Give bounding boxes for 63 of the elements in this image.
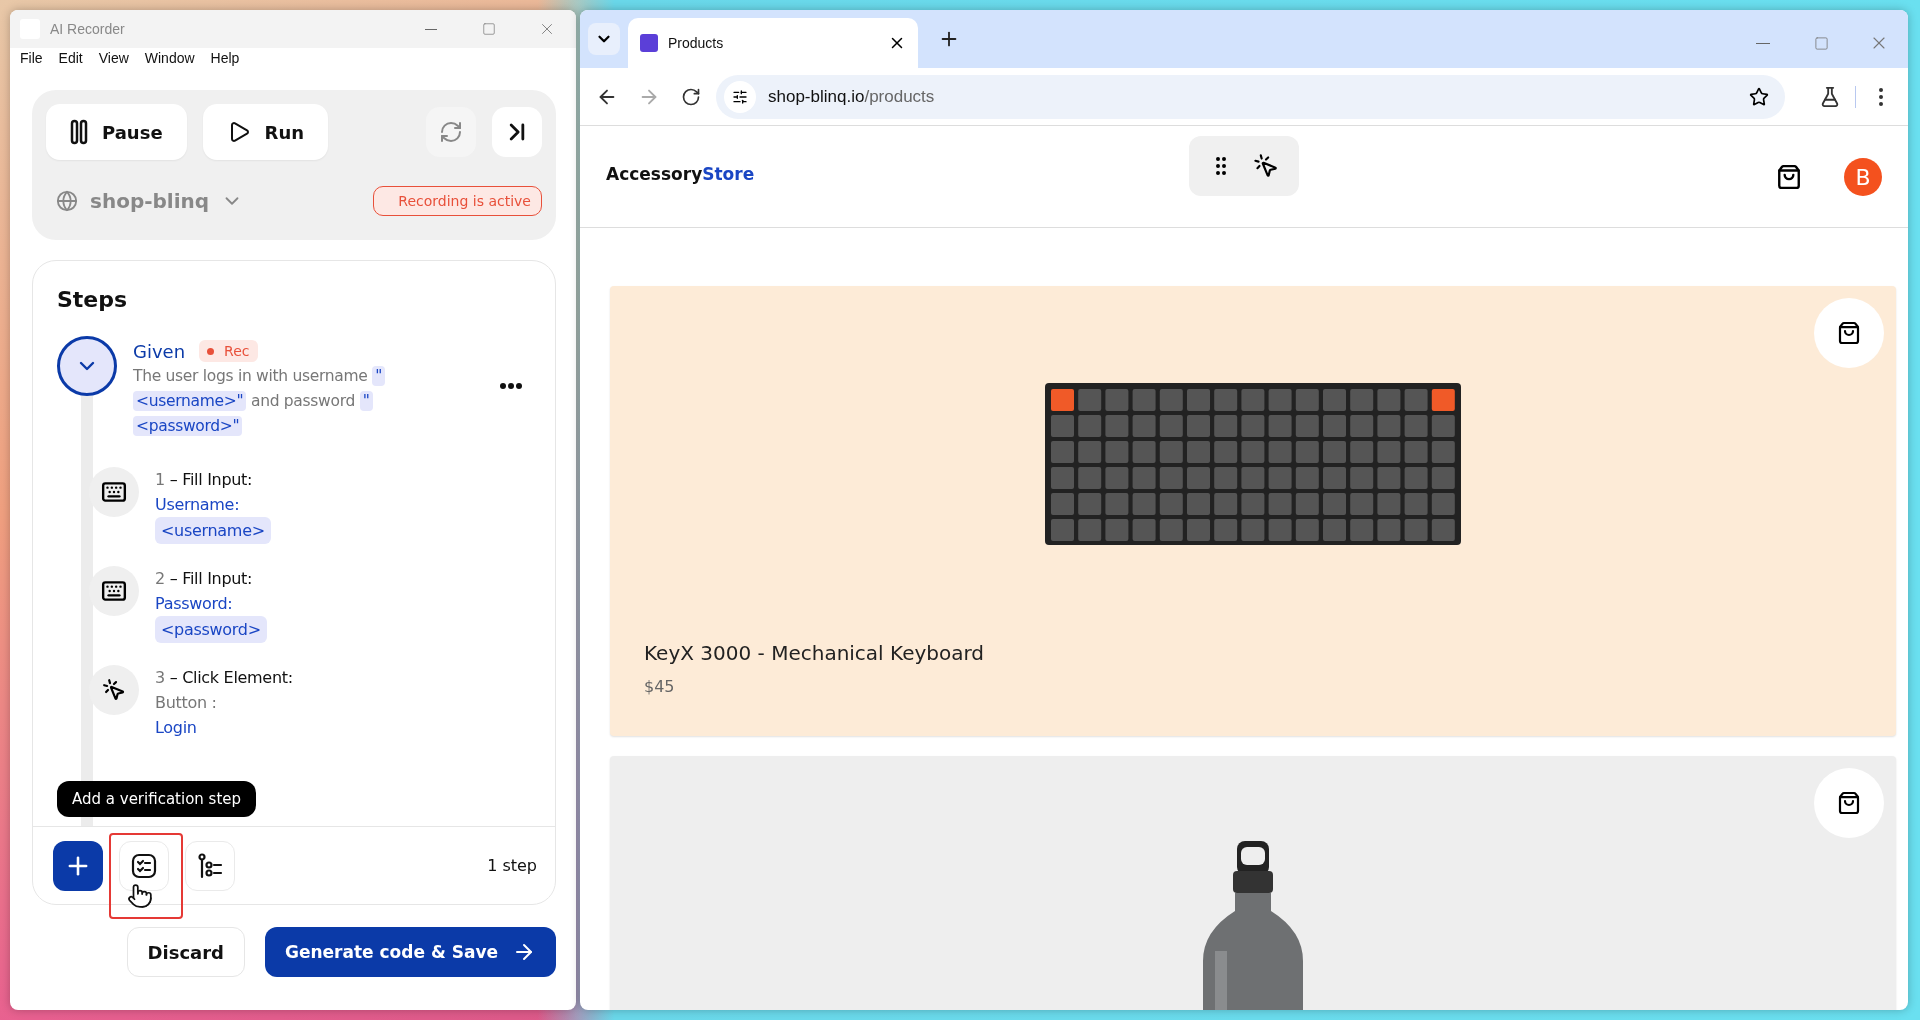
favicon (640, 34, 658, 52)
bookmark-star-icon[interactable] (1749, 86, 1769, 107)
product-price: $45 (644, 677, 676, 696)
minimize-icon (425, 28, 437, 30)
sliders-icon (732, 88, 748, 105)
product-card[interactable]: KeyX 3000 - Mechanical Keyboard $45 (610, 286, 1896, 736)
store-logo[interactable]: AccessoryStore (606, 164, 1189, 184)
menu-item[interactable]: File (20, 50, 43, 66)
pointer-icon[interactable] (1253, 153, 1279, 179)
step-value: <username> (155, 517, 271, 544)
globe-icon (56, 190, 78, 212)
maximize-icon (1813, 35, 1829, 51)
menu-item[interactable]: View (98, 50, 129, 66)
save-button[interactable]: Generate code & Save (265, 927, 556, 977)
pause-icon (70, 119, 88, 145)
cart-icon[interactable] (1776, 164, 1802, 190)
keyboard-icon (101, 479, 127, 505)
step-target: Login (155, 717, 197, 739)
address-bar[interactable]: shop-blinq.io/products (716, 74, 1785, 119)
site-settings-icon[interactable] (724, 80, 756, 113)
shopping-bag-icon (1837, 321, 1861, 345)
rec-badge: Rec (199, 340, 258, 362)
product-name: KeyX 3000 - Mechanical Keyboard (644, 641, 986, 665)
menu-icon (1879, 87, 1883, 106)
skip-button[interactable] (492, 107, 542, 157)
shopping-bag-icon (1837, 791, 1861, 815)
step-target: Username: (155, 494, 240, 516)
recording-status: Recording is active (373, 186, 542, 216)
keyboard-icon (101, 578, 127, 604)
verification-step-button[interactable] (119, 840, 169, 891)
minimize-icon (1756, 42, 1770, 44)
element-type: Button : (155, 692, 217, 714)
browser-tab[interactable]: Products (628, 18, 918, 68)
branch-list-icon (197, 852, 223, 879)
step-value: <password> (155, 616, 267, 643)
steps-title: Steps (57, 287, 129, 312)
collapse-toggle[interactable] (57, 336, 117, 396)
run-button[interactable]: Run (202, 104, 329, 160)
menu-item[interactable]: Edit (58, 50, 83, 66)
pause-button[interactable]: Pause (46, 104, 187, 160)
refresh-button[interactable] (426, 107, 476, 157)
refresh-icon (439, 120, 463, 144)
flask-icon (1819, 85, 1841, 108)
window-title: AI Recorder (50, 21, 126, 37)
step-structure-button[interactable] (185, 840, 235, 891)
tab-search-button[interactable] (588, 23, 620, 55)
step-action: 2 – Fill Input: (155, 568, 253, 590)
menu-item[interactable]: Help (210, 50, 240, 66)
step-action: 3 – Click Element: (155, 667, 293, 689)
step-count: 1 step (487, 856, 537, 875)
add-step-button[interactable] (53, 840, 103, 891)
click-icon (102, 678, 126, 702)
reload-icon (681, 86, 701, 107)
menu-item[interactable]: Window (144, 50, 195, 66)
checklist-icon (131, 852, 157, 879)
step-target: Password: (155, 593, 233, 615)
discard-button[interactable]: Discard (126, 927, 245, 977)
hand-cursor-icon (127, 883, 153, 909)
maximize-icon (482, 22, 496, 36)
step-keyword: Given (133, 340, 186, 362)
step-action: 1 – Fill Input: (155, 469, 253, 491)
more-icon (500, 382, 522, 389)
tooltip: Add a verification step (57, 781, 257, 817)
